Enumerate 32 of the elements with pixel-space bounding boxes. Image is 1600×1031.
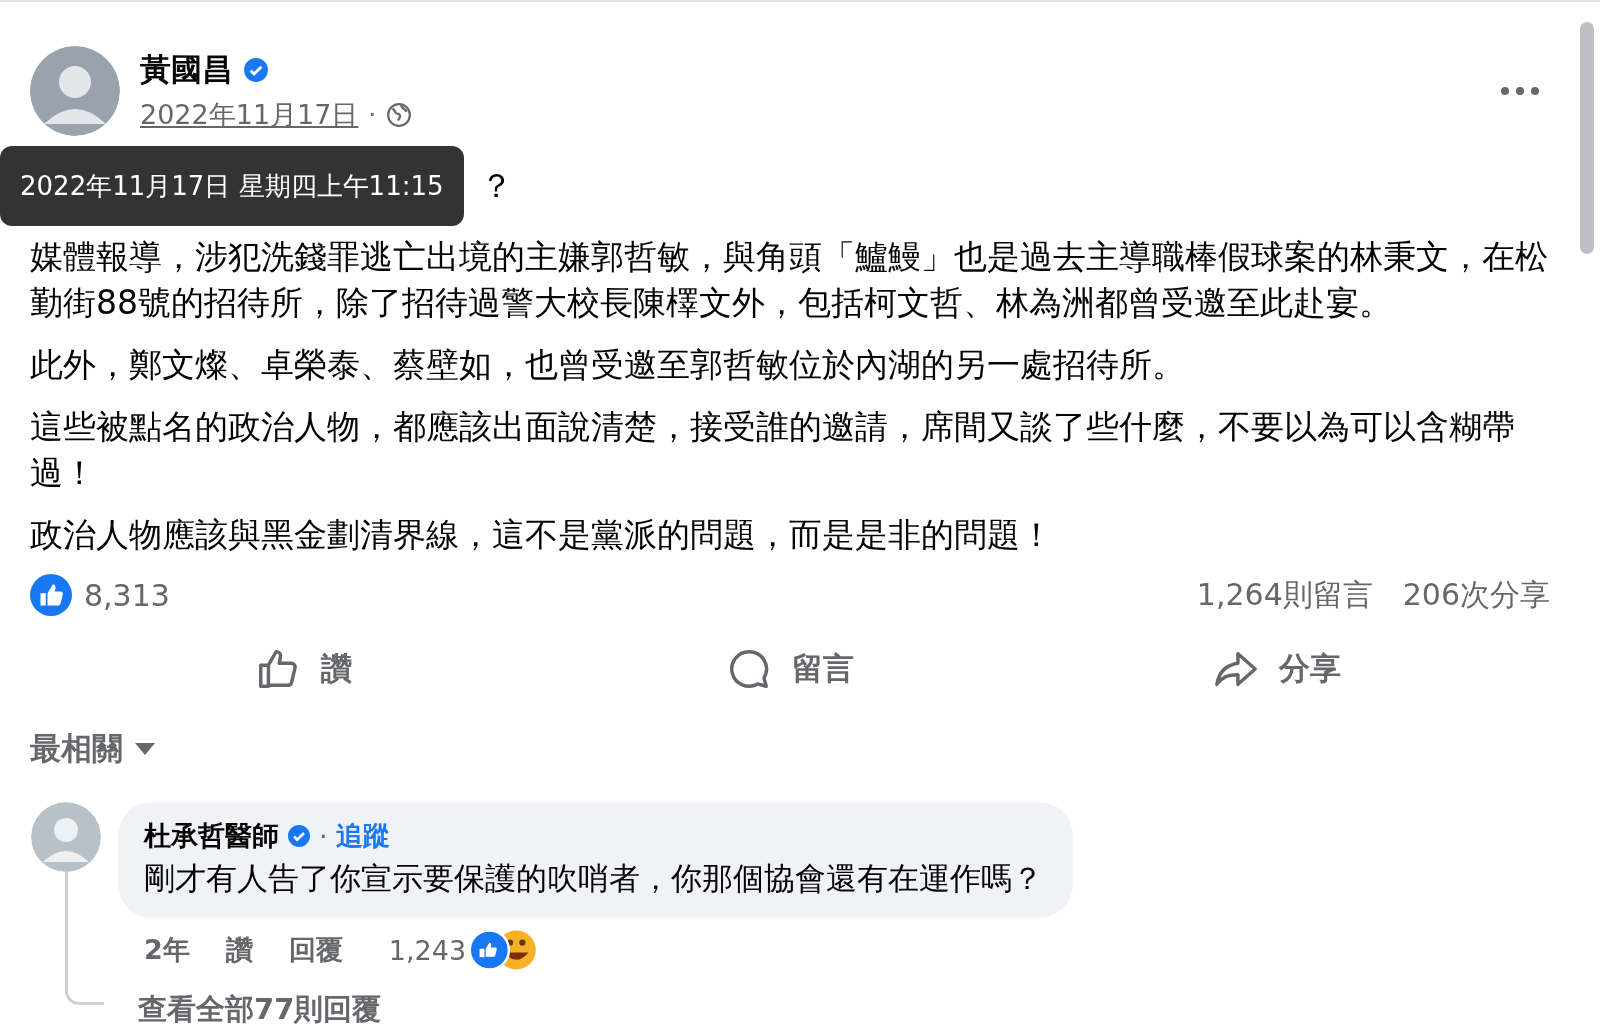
post-paragraph: 此外，鄭文燦、卓榮泰、蔡壁如，也曾受邀至郭哲敏位於內湖的另一處招待所。 — [30, 344, 1186, 386]
post-paragraph: 這些被點名的政治人物，都應該出面說清楚，接受誰的邀請，席間又談了些什麼，不要以為可以含糊帶過！ — [30, 406, 1516, 494]
comment-time[interactable]: 2年 — [144, 932, 190, 968]
more-options-icon[interactable] — [1500, 86, 1540, 96]
caret-down-icon — [133, 741, 157, 757]
globe-icon — [386, 102, 413, 128]
date-tooltip: 2022年11月17日 星期四上午11:15 — [0, 146, 464, 226]
post-paragraph: ？ — [480, 165, 514, 207]
comment-like-link[interactable]: 讚 — [225, 932, 253, 968]
author-name[interactable]: 黃國昌 — [140, 49, 233, 91]
share-count[interactable]: 206次分享 — [1402, 574, 1550, 616]
scrollbar[interactable] — [1580, 22, 1594, 254]
post-paragraph: 政治人物應該與黑金劃清界線，這不是黨派的問題，而是是非的問題！ — [30, 514, 1054, 556]
commenter-avatar-icon[interactable] — [31, 802, 101, 872]
like-button[interactable]: 讚 — [60, 640, 547, 698]
post-paragraph: 媒體報導，涉犯洗錢罪逃亡出境的主嫌郭哲敏，與角頭「鱸鰻」也是過去主導職棒假球案的林秉文，在松勤街88號的招待所，除了招待過警大校長陳檡文外，包括柯文哲、林為洲都曾受邀至此赴宴。 — [30, 236, 1549, 324]
view-replies-link[interactable]: 查看全部77則回覆 — [138, 990, 1073, 1030]
comment-count[interactable]: 1,264則留言 — [1196, 574, 1373, 616]
like-reaction-icon — [30, 574, 72, 616]
post-date-link[interactable]: 2022年11月17日 — [140, 97, 359, 133]
reaction-count[interactable]: 8,313 — [84, 577, 170, 613]
comment-reply-link[interactable]: 回覆 — [288, 932, 343, 968]
comment-button[interactable]: 留言 — [546, 640, 1034, 698]
share-button[interactable]: 分享 — [1033, 640, 1520, 698]
follow-link[interactable]: 追蹤 — [335, 818, 390, 854]
separator-dot: · — [368, 101, 377, 129]
avatar-icon[interactable] — [30, 46, 120, 136]
comment-reaction-count: 1,243 — [388, 934, 467, 966]
commenter-name[interactable]: 杜承哲醫師 — [144, 818, 279, 854]
comment-text: 剛才有人告了你宣示要保護的吹哨者，你那個協會還有在運作嗎？ — [144, 859, 1043, 898]
sort-dropdown[interactable]: 最相關 — [30, 728, 157, 770]
separator-dot: · — [319, 820, 328, 852]
